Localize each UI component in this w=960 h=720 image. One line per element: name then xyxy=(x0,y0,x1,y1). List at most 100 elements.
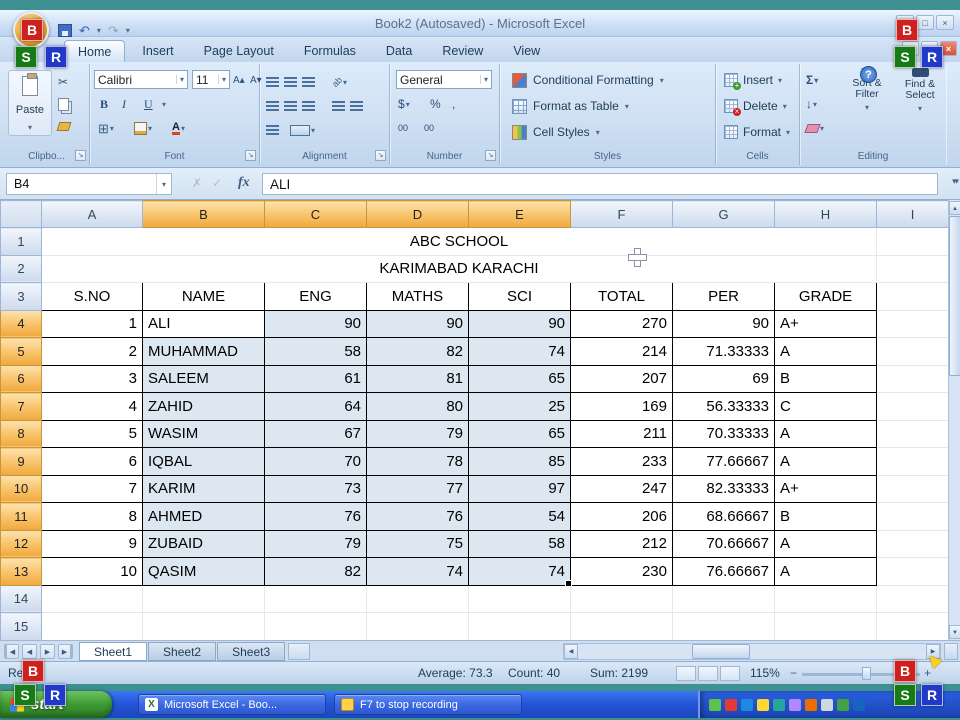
name-box[interactable]: B4 ▾ xyxy=(6,173,172,195)
column-header-F[interactable]: F xyxy=(570,200,673,228)
increase-indent-button[interactable] xyxy=(350,96,363,116)
percent-style-button[interactable]: % xyxy=(430,94,441,114)
align-center-button[interactable] xyxy=(284,96,297,116)
tab-formulas[interactable]: Formulas xyxy=(291,40,369,62)
cell[interactable]: 233 xyxy=(570,447,673,476)
cell[interactable] xyxy=(468,584,571,613)
cell[interactable]: 76 xyxy=(264,502,367,531)
scroll-down-icon[interactable]: ▼ xyxy=(949,625,960,639)
cell[interactable]: B xyxy=(774,364,877,393)
cut-button[interactable]: ✂ xyxy=(58,72,68,92)
format-as-table-button[interactable]: Format as Table ▾ xyxy=(508,94,633,118)
copy-button[interactable] xyxy=(58,94,69,114)
cell[interactable] xyxy=(876,612,948,640)
cell[interactable]: 74 xyxy=(468,557,571,586)
save-icon[interactable] xyxy=(58,24,72,37)
row-header-6[interactable]: 6 xyxy=(0,364,42,393)
cell[interactable] xyxy=(876,364,948,393)
cell[interactable]: A+ xyxy=(774,474,877,503)
align-top-button[interactable] xyxy=(266,72,279,92)
cell[interactable]: 77.66667 xyxy=(672,447,775,476)
cell[interactable]: 68.66667 xyxy=(672,502,775,531)
cell[interactable] xyxy=(774,584,877,613)
cell[interactable] xyxy=(876,584,948,613)
cell[interactable] xyxy=(570,612,673,640)
row-header-5[interactable]: 5 xyxy=(0,337,42,366)
cell[interactable] xyxy=(876,529,948,558)
wrap-text-button[interactable] xyxy=(266,120,279,140)
cell[interactable]: 211 xyxy=(570,419,673,448)
underline-dropdown[interactable]: ▾ xyxy=(162,94,166,114)
cell[interactable]: 90 xyxy=(366,309,469,338)
align-middle-button[interactable] xyxy=(284,72,297,92)
font-dialog-launcher[interactable]: ↘ xyxy=(245,150,256,161)
cell[interactable]: WASIM xyxy=(142,419,265,448)
cell[interactable]: 70.66667 xyxy=(672,529,775,558)
prev-sheet-icon[interactable]: ◀ xyxy=(22,643,37,659)
column-header-B[interactable]: B xyxy=(142,200,265,228)
name-box-dropdown-icon[interactable]: ▾ xyxy=(156,174,171,194)
cell[interactable]: 65 xyxy=(468,364,571,393)
align-right-button[interactable] xyxy=(302,96,315,116)
borders-button[interactable]: ⊞ ▾ xyxy=(98,118,114,138)
cell[interactable]: 169 xyxy=(570,392,673,421)
restore-button[interactable]: □ xyxy=(916,15,934,30)
cell[interactable]: 69 xyxy=(672,364,775,393)
cancel-icon[interactable]: ✗ xyxy=(192,176,202,190)
cell[interactable]: 79 xyxy=(264,529,367,558)
align-bottom-button[interactable] xyxy=(302,72,315,92)
tab-data[interactable]: Data xyxy=(373,40,425,62)
taskbar-button-excel[interactable]: X Microsoft Excel - Boo... xyxy=(138,694,326,715)
tab-split-handle[interactable] xyxy=(944,642,958,660)
row-header-13[interactable]: 13 xyxy=(0,557,42,586)
cell[interactable]: 61 xyxy=(264,364,367,393)
normal-view-icon[interactable] xyxy=(676,666,696,681)
last-sheet-icon[interactable]: ▶ xyxy=(58,643,73,659)
zoom-slider-thumb[interactable] xyxy=(862,667,871,680)
cell[interactable]: ZAHID xyxy=(142,392,265,421)
number-dialog-launcher[interactable]: ↘ xyxy=(485,150,496,161)
cell[interactable]: 230 xyxy=(570,557,673,586)
row-header-2[interactable]: 2 xyxy=(0,254,42,283)
header-cell[interactable]: SCI xyxy=(468,282,571,311)
row-header-7[interactable]: 7 xyxy=(0,392,42,421)
cell[interactable] xyxy=(876,502,948,531)
vertical-scrollbar[interactable]: ▲ ▼ xyxy=(948,200,960,640)
underline-button[interactable]: U xyxy=(144,94,153,114)
cell[interactable] xyxy=(672,584,775,613)
cell[interactable]: 90 xyxy=(672,309,775,338)
help-icon[interactable]: ? xyxy=(860,66,877,83)
cell[interactable]: A xyxy=(774,337,877,366)
cell[interactable]: 79 xyxy=(366,419,469,448)
cell[interactable] xyxy=(142,584,265,613)
fill-button[interactable]: ↓ ▾ xyxy=(806,94,817,114)
cell[interactable]: 82 xyxy=(366,337,469,366)
cell[interactable] xyxy=(876,392,948,421)
row-header-14[interactable]: 14 xyxy=(0,584,42,613)
cell[interactable]: MUHAMMAD xyxy=(142,337,265,366)
conditional-formatting-button[interactable]: Conditional Formatting ▾ xyxy=(508,68,668,92)
row-header-8[interactable]: 8 xyxy=(0,419,42,448)
cell[interactable]: 1 xyxy=(41,309,143,338)
cell[interactable]: QASIM xyxy=(142,557,265,586)
cell[interactable]: A xyxy=(774,447,877,476)
column-header-E[interactable]: E xyxy=(468,200,571,228)
cell[interactable] xyxy=(570,584,673,613)
qat-customize-icon[interactable]: ▾ xyxy=(126,26,130,35)
delete-cells-button[interactable]: × Delete ▾ xyxy=(724,94,787,118)
cell[interactable]: 64 xyxy=(264,392,367,421)
tray-icon[interactable] xyxy=(757,698,769,711)
column-header-H[interactable]: H xyxy=(774,200,877,228)
cell[interactable]: A xyxy=(774,419,877,448)
cell[interactable] xyxy=(468,612,571,640)
cell[interactable] xyxy=(876,447,948,476)
select-all-corner[interactable] xyxy=(0,200,42,228)
cell[interactable]: A+ xyxy=(774,309,877,338)
zoom-out-icon[interactable]: − xyxy=(790,666,797,680)
first-sheet-icon[interactable]: ◀ xyxy=(4,643,19,659)
next-sheet-icon[interactable]: ▶ xyxy=(40,643,55,659)
merge-center-button[interactable]: ▾ xyxy=(290,120,315,140)
cell[interactable]: 206 xyxy=(570,502,673,531)
cell[interactable] xyxy=(876,474,948,503)
cell[interactable]: 25 xyxy=(468,392,571,421)
